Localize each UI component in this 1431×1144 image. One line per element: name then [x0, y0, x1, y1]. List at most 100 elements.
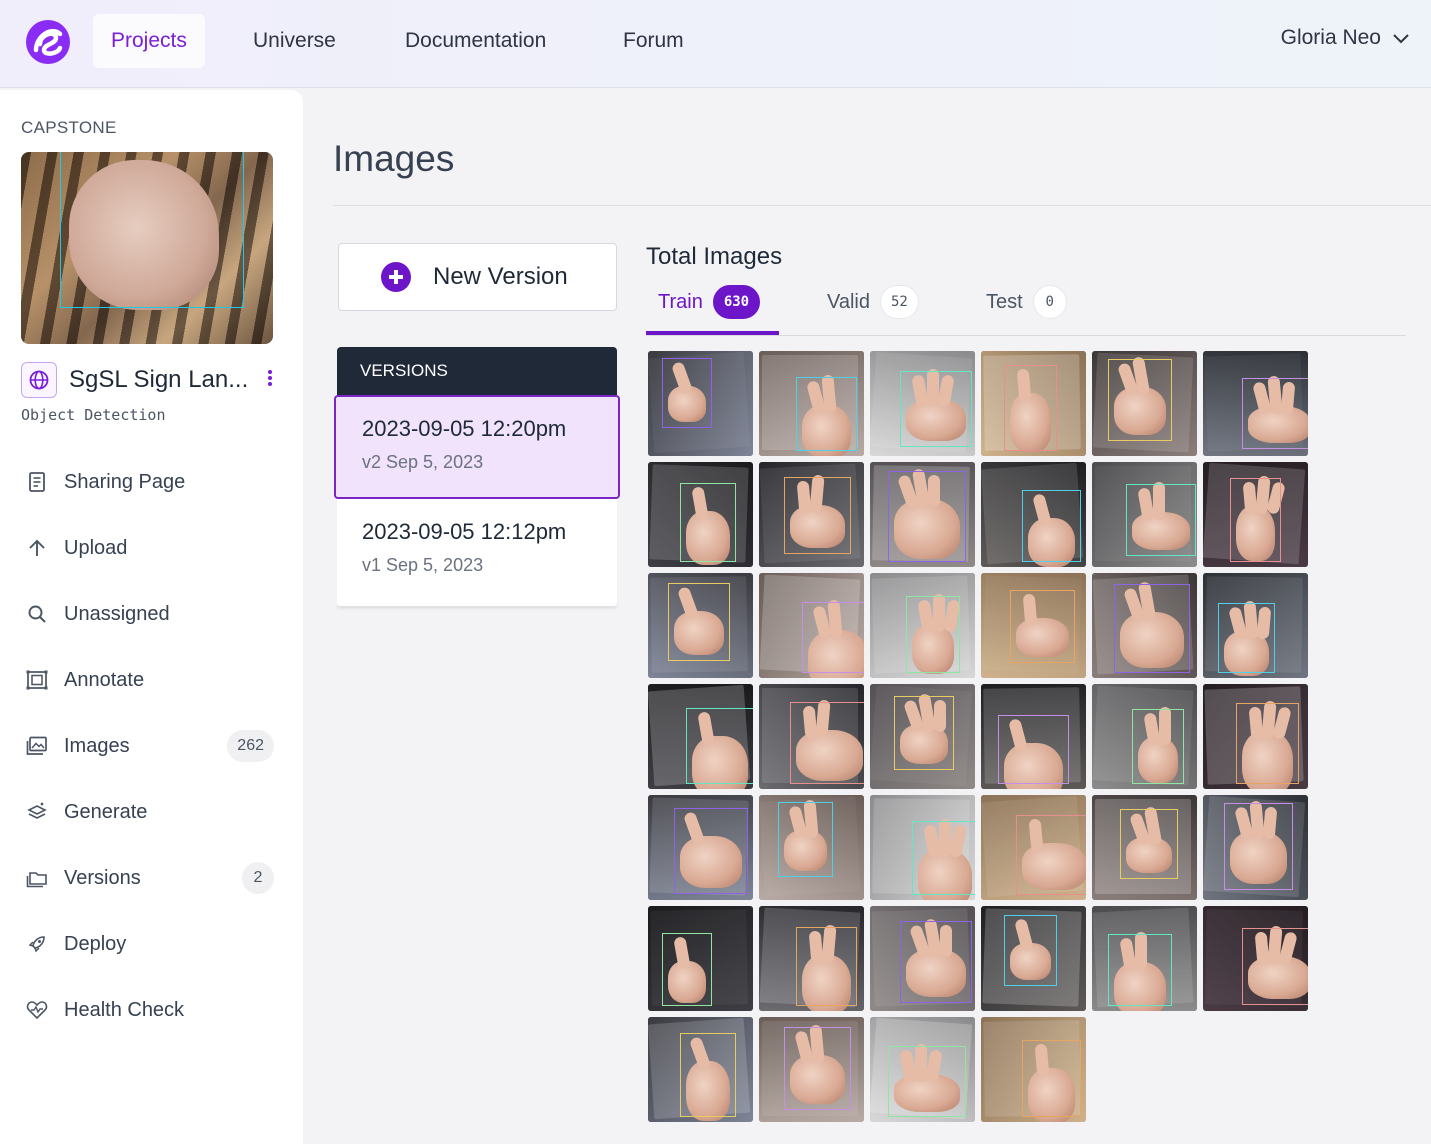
nav-documentation[interactable]: Documentation — [387, 14, 564, 68]
sidebar-item-label: Versions — [64, 866, 141, 889]
image-thumbnail[interactable] — [759, 1017, 864, 1122]
versions-panel: VERSIONS 2023-09-05 12:20pm v2 Sep 5, 20… — [334, 347, 620, 606]
image-thumbnail[interactable] — [648, 684, 753, 789]
image-thumbnail[interactable] — [981, 351, 1086, 456]
image-thumbnail[interactable] — [981, 573, 1086, 678]
valid-count-badge: 52 — [880, 285, 919, 319]
sidebar-item-deploy[interactable]: Deploy — [24, 924, 274, 964]
plus-circle-icon — [381, 262, 411, 292]
version-item-v1[interactable]: 2023-09-05 12:12pm v1 Sep 5, 2023 — [337, 499, 617, 603]
rocket-icon — [24, 931, 50, 957]
image-thumbnail[interactable] — [759, 795, 864, 900]
images-count-badge: 262 — [227, 730, 274, 762]
image-thumbnail[interactable] — [648, 573, 753, 678]
new-version-button[interactable]: New Version — [338, 243, 617, 311]
sidebar-item-label: Sharing Page — [64, 470, 186, 493]
version-subtitle: v1 Sep 5, 2023 — [362, 555, 484, 575]
image-thumbnail[interactable] — [1092, 351, 1197, 456]
image-thumbnail[interactable] — [1203, 906, 1308, 1011]
chevron-down-icon — [1391, 28, 1411, 48]
arrow-up-icon — [24, 535, 50, 561]
document-icon — [24, 469, 50, 495]
image-thumbnail[interactable] — [648, 906, 753, 1011]
more-options-icon[interactable] — [267, 369, 273, 392]
tab-train[interactable]: Train 630 — [658, 284, 761, 320]
image-thumbnail[interactable] — [870, 462, 975, 567]
version-date: 2023-09-05 12:12pm — [362, 519, 567, 544]
title-divider — [333, 205, 1431, 206]
sidebar-item-annotate[interactable]: Annotate — [24, 660, 274, 700]
images-icon — [24, 733, 50, 759]
image-thumbnail[interactable] — [981, 795, 1086, 900]
folder-icon — [24, 865, 50, 891]
annotate-icon — [24, 667, 50, 693]
image-thumbnail[interactable] — [1203, 351, 1308, 456]
project-header: SgSL Sign Lan... — [21, 362, 283, 398]
image-thumbnail[interactable] — [870, 573, 975, 678]
sidebar-item-label: Images — [64, 734, 130, 757]
new-version-label: New Version — [433, 263, 568, 290]
sidebar-item-upload[interactable]: Upload — [24, 528, 274, 568]
image-thumbnail[interactable] — [648, 1017, 753, 1122]
image-thumbnail[interactable] — [648, 795, 753, 900]
image-thumbnail[interactable] — [648, 462, 753, 567]
image-thumbnail[interactable] — [759, 684, 864, 789]
image-thumbnail[interactable] — [759, 351, 864, 456]
test-count-badge: 0 — [1032, 285, 1067, 319]
heart-pulse-icon — [24, 997, 50, 1023]
globe-icon — [21, 362, 57, 398]
image-thumbnail[interactable] — [870, 1017, 975, 1122]
versions-count-badge: 2 — [242, 862, 274, 894]
image-thumbnail[interactable] — [759, 462, 864, 567]
sidebar-item-label: Unassigned — [64, 602, 170, 625]
sidebar-item-label: Upload — [64, 536, 128, 559]
sidebar-item-generate[interactable]: Generate — [24, 792, 274, 832]
image-thumbnail[interactable] — [1092, 462, 1197, 567]
tab-label: Test — [986, 290, 1023, 313]
version-subtitle: v2 Sep 5, 2023 — [362, 452, 484, 472]
sidebar-item-versions[interactable]: Versions 2 — [24, 858, 274, 898]
project-type: Object Detection — [21, 406, 166, 424]
image-thumbnail[interactable] — [870, 351, 975, 456]
nav-universe[interactable]: Universe — [235, 14, 354, 68]
image-thumbnail[interactable] — [1092, 684, 1197, 789]
user-menu[interactable]: Gloria Neo — [1281, 26, 1411, 50]
sidebar-item-sharing-page[interactable]: Sharing Page — [24, 462, 274, 502]
image-thumbnail[interactable] — [759, 906, 864, 1011]
search-icon — [24, 601, 50, 627]
nav-forum[interactable]: Forum — [605, 14, 702, 68]
user-name: Gloria Neo — [1280, 26, 1381, 49]
image-thumbnail[interactable] — [1092, 573, 1197, 678]
project-thumbnail[interactable] — [21, 152, 273, 344]
image-thumbnail[interactable] — [981, 1017, 1086, 1122]
workspace-name: CAPSTONE — [21, 118, 117, 137]
tab-valid[interactable]: Valid 52 — [827, 284, 919, 320]
sidebar-item-health-check[interactable]: Health Check — [24, 990, 274, 1030]
image-thumbnail[interactable] — [1203, 462, 1308, 567]
sidebar-item-label: Deploy — [64, 932, 127, 955]
image-thumbnail[interactable] — [1203, 684, 1308, 789]
sidebar-item-label: Generate — [64, 800, 148, 823]
image-thumbnail[interactable] — [1203, 795, 1308, 900]
total-images-heading: Total Images — [646, 243, 783, 270]
version-item-v2[interactable]: 2023-09-05 12:20pm v2 Sep 5, 2023 — [334, 395, 620, 499]
image-thumbnail[interactable] — [1092, 906, 1197, 1011]
image-thumbnail[interactable] — [648, 351, 753, 456]
generate-icon — [24, 799, 50, 825]
image-thumbnail[interactable] — [759, 573, 864, 678]
image-thumbnail[interactable] — [870, 906, 975, 1011]
image-thumbnail[interactable] — [981, 462, 1086, 567]
sidebar-item-images[interactable]: Images 262 — [24, 726, 274, 766]
tab-label: Valid — [827, 290, 870, 313]
nav-projects[interactable]: Projects — [93, 14, 205, 68]
image-thumbnail[interactable] — [981, 684, 1086, 789]
image-thumbnail[interactable] — [870, 795, 975, 900]
image-thumbnail[interactable] — [1092, 795, 1197, 900]
roboflow-logo-icon[interactable] — [26, 20, 70, 64]
image-thumbnail[interactable] — [870, 684, 975, 789]
tab-test[interactable]: Test 0 — [986, 284, 1067, 320]
version-date: 2023-09-05 12:20pm — [362, 416, 567, 441]
sidebar-item-unassigned[interactable]: Unassigned — [24, 594, 274, 634]
image-thumbnail[interactable] — [1203, 573, 1308, 678]
image-thumbnail[interactable] — [981, 906, 1086, 1011]
